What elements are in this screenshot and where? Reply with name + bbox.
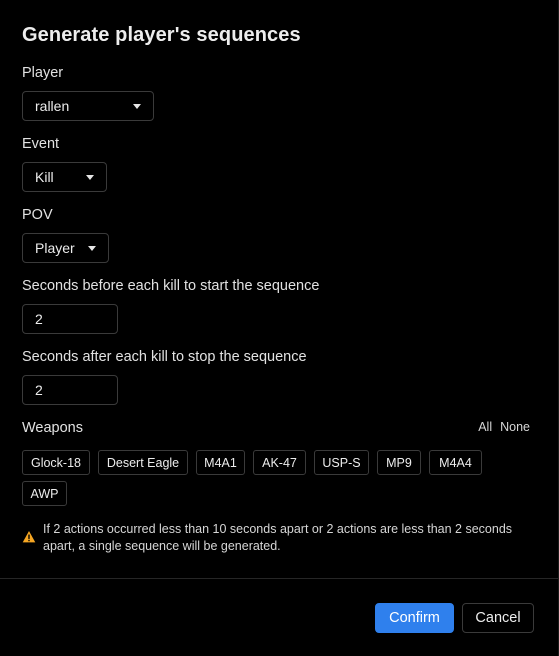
warning-text: If 2 actions occurred less than 10 secon… [43,522,513,553]
event-label: Event [22,136,60,152]
confirm-button[interactable]: Confirm [375,603,454,633]
weapon-chip-usp-s[interactable]: USP-S [314,450,369,475]
pov-select[interactable]: Player [22,233,109,263]
seconds-before-label: Seconds before each kill to start the se… [22,278,320,294]
weapon-chip-m4a4[interactable]: M4A4 [429,450,482,475]
warning-triangle-icon [22,531,36,543]
weapon-chip-ak-47[interactable]: AK-47 [253,450,306,475]
weapon-chip-awp[interactable]: AWP [22,481,67,506]
seconds-after-input[interactable] [22,375,118,405]
player-select[interactable]: rallen [22,91,154,121]
cancel-button[interactable]: Cancel [462,603,534,633]
event-select[interactable]: Kill [22,162,107,192]
dialog-title: Generate player's sequences [22,24,301,46]
generate-sequences-dialog: Generate player's sequences Player ralle… [0,0,559,656]
chevron-down-icon [86,174,94,180]
chevron-down-icon [133,103,141,109]
weapon-chip-mp9[interactable]: MP9 [377,450,421,475]
weapons-select-links: All None [478,420,530,434]
pov-label: POV [22,207,53,223]
player-label: Player [22,65,64,81]
chevron-down-icon [88,245,96,251]
seconds-before-input[interactable] [22,304,118,334]
weapon-chip-desert-eagle[interactable]: Desert Eagle [98,450,188,475]
select-all-weapons-link[interactable]: All [478,420,492,434]
event-select-value: Kill [35,169,54,185]
weapons-label: Weapons [22,420,83,436]
weapon-chip-m4a1[interactable]: M4A1 [196,450,245,475]
seconds-after-label: Seconds after each kill to stop the sequ… [22,349,307,365]
select-none-weapons-link[interactable]: None [500,420,530,434]
player-select-value: rallen [35,98,70,114]
footer-divider [0,578,558,579]
weapon-chip-glock-18[interactable]: Glock-18 [22,450,90,475]
sequence-warning: If 2 actions occurred less than 10 secon… [22,521,532,555]
pov-select-value: Player [35,240,75,256]
